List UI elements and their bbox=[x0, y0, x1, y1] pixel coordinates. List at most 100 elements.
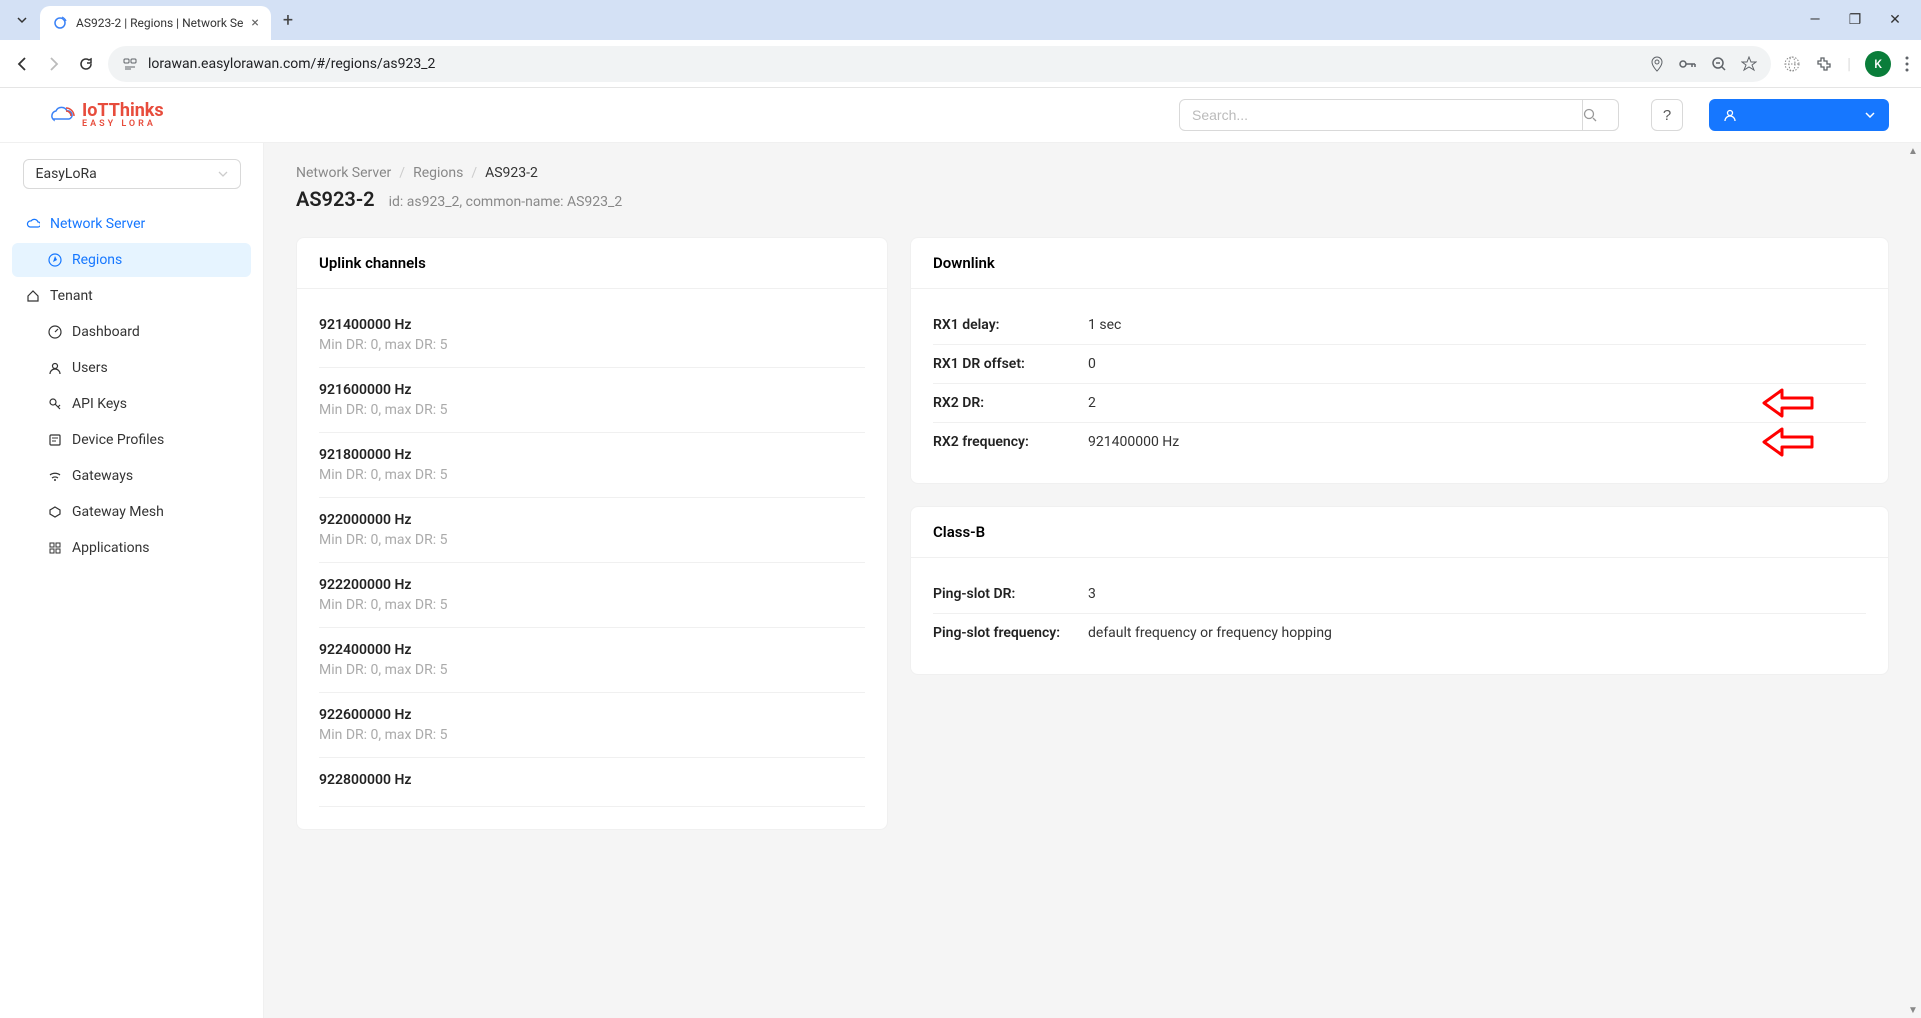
tab-favicon-icon bbox=[52, 15, 68, 31]
page-subtitle: id: as923_2, common-name: AS923_2 bbox=[389, 194, 623, 210]
breadcrumb-item[interactable]: Network Server bbox=[296, 165, 391, 181]
row-key: Ping-slot DR: bbox=[933, 586, 1088, 602]
menu-kebab-icon[interactable] bbox=[1905, 56, 1909, 72]
channel-frequency: 921800000 Hz bbox=[319, 447, 865, 463]
help-button[interactable]: ? bbox=[1651, 99, 1683, 131]
downlink-rows: RX1 delay:1 secRX1 DR offset:0RX2 DR:2RX… bbox=[911, 289, 1888, 483]
uplink-channels-list: 921400000 HzMin DR: 0, max DR: 592160000… bbox=[297, 289, 887, 829]
location-icon[interactable] bbox=[1649, 56, 1665, 72]
sidebar-item-label: Device Profiles bbox=[72, 432, 164, 448]
page-header: AS923-2 id: as923_2, common-name: AS923_… bbox=[296, 187, 1889, 211]
browser-navigation-bar: lorawan.easylorawan.com/#/regions/as923_… bbox=[0, 40, 1921, 88]
sidebar-item-label: Dashboard bbox=[72, 324, 140, 340]
apps-icon bbox=[48, 541, 62, 555]
downlink-card: Downlink RX1 delay:1 secRX1 DR offset:0R… bbox=[910, 237, 1889, 484]
classb-rows: Ping-slot DR:3Ping-slot frequency:defaul… bbox=[911, 558, 1888, 674]
downlink-row: RX2 DR:2 bbox=[933, 384, 1866, 423]
tab-dropdown-button[interactable] bbox=[8, 6, 36, 34]
sidebar-item-label: Regions bbox=[72, 252, 122, 268]
content-scrollbar[interactable]: ▲ ▼ bbox=[1905, 143, 1921, 1018]
new-tab-button[interactable]: + bbox=[283, 10, 293, 31]
bookmark-star-icon[interactable] bbox=[1741, 56, 1757, 72]
sidebar-item-label: Tenant bbox=[50, 288, 93, 304]
window-close-button[interactable]: ✕ bbox=[1885, 12, 1905, 28]
sidebar-item-tenant[interactable]: Tenant bbox=[12, 279, 251, 313]
chevron-down-icon bbox=[16, 14, 28, 26]
card-title: Downlink bbox=[911, 238, 1888, 289]
sidebar-item-label: Users bbox=[72, 360, 108, 376]
chevron-down-icon bbox=[1865, 112, 1875, 118]
user-menu-button[interactable] bbox=[1709, 99, 1889, 131]
channel-frequency: 922800000 Hz bbox=[319, 772, 865, 788]
uplink-channels-card: Uplink channels 921400000 HzMin DR: 0, m… bbox=[296, 237, 888, 830]
uplink-channel-row: 921400000 HzMin DR: 0, max DR: 5 bbox=[319, 297, 865, 368]
uplink-channel-row: 922800000 Hz bbox=[319, 758, 865, 807]
row-value: 0 bbox=[1088, 356, 1096, 372]
sidebar-item-applications[interactable]: Applications bbox=[12, 531, 251, 565]
omnibox[interactable]: lorawan.easylorawan.com/#/regions/as923_… bbox=[108, 46, 1771, 82]
channel-frequency: 922400000 Hz bbox=[319, 642, 865, 658]
sidebar-item-device-profiles[interactable]: Device Profiles bbox=[12, 423, 251, 457]
classb-row: Ping-slot DR:3 bbox=[933, 566, 1866, 614]
profile-avatar[interactable]: K bbox=[1865, 51, 1891, 77]
classb-card: Class-B Ping-slot DR:3Ping-slot frequenc… bbox=[910, 506, 1889, 675]
sidebar-network-server[interactable]: Network Server bbox=[12, 207, 251, 241]
logo-text: IoTThinks EASY LORA bbox=[82, 102, 164, 129]
row-value: 3 bbox=[1088, 586, 1096, 602]
cards-row: Uplink channels 921400000 HzMin DR: 0, m… bbox=[296, 237, 1889, 830]
globe-icon[interactable] bbox=[1783, 55, 1801, 73]
sidebar-item-label: API Keys bbox=[72, 396, 127, 412]
channel-datarate: Min DR: 0, max DR: 5 bbox=[319, 597, 865, 613]
wifi-icon bbox=[48, 469, 62, 483]
app-logo[interactable]: IoTThinks EASY LORA bbox=[48, 102, 164, 129]
back-button[interactable] bbox=[12, 54, 32, 74]
search-input[interactable] bbox=[1179, 99, 1583, 131]
window-minimize-button[interactable]: — bbox=[1805, 12, 1825, 28]
row-value: 921400000 Hz bbox=[1088, 434, 1179, 450]
app-header: IoTThinks EASY LORA ? bbox=[0, 88, 1921, 143]
sidebar-item-regions[interactable]: Regions bbox=[12, 243, 251, 277]
sidebar-item-gateway-mesh[interactable]: Gateway Mesh bbox=[12, 495, 251, 529]
tab-strip: AS923-2 | Regions | Network Se × + bbox=[8, 0, 293, 40]
breadcrumb: Network Server / Regions / AS923-2 bbox=[296, 165, 1889, 181]
zoom-icon[interactable] bbox=[1711, 56, 1727, 72]
reload-button[interactable] bbox=[76, 54, 96, 74]
row-key: RX1 delay: bbox=[933, 317, 1088, 333]
channel-datarate: Min DR: 0, max DR: 5 bbox=[319, 402, 865, 418]
breadcrumb-separator: / bbox=[399, 165, 405, 181]
channel-datarate: Min DR: 0, max DR: 5 bbox=[319, 532, 865, 548]
app-body: EasyLoRa Network Server Regions Tenant Das… bbox=[0, 143, 1921, 1018]
window-maximize-button[interactable]: ❐ bbox=[1845, 12, 1865, 28]
breadcrumb-item[interactable]: Regions bbox=[413, 165, 463, 181]
uplink-channel-row: 922000000 Hz Min DR: 0, max DR: 5 bbox=[319, 498, 865, 563]
password-key-icon[interactable] bbox=[1679, 58, 1697, 70]
active-tab[interactable]: AS923-2 | Regions | Network Se × bbox=[40, 6, 271, 40]
channel-datarate: Min DR: 0, max DR: 5 bbox=[319, 727, 865, 743]
sidebar-item-label: Applications bbox=[72, 540, 150, 556]
uplink-channel-row: 922600000 HzMin DR: 0, max DR: 5 bbox=[319, 693, 865, 758]
search-wrapper bbox=[1179, 99, 1619, 131]
sidebar-item-api-keys[interactable]: API Keys bbox=[12, 387, 251, 421]
cloud-icon bbox=[26, 217, 40, 231]
forward-button[interactable] bbox=[44, 54, 64, 74]
scrollbar-up-icon[interactable]: ▲ bbox=[1905, 143, 1921, 159]
row-value: 1 sec bbox=[1088, 317, 1121, 333]
profile-icon bbox=[48, 433, 62, 447]
tab-close-button[interactable]: × bbox=[251, 15, 258, 31]
row-key: RX2 DR: bbox=[933, 395, 1088, 411]
scrollbar-down-icon[interactable]: ▼ bbox=[1905, 1002, 1921, 1018]
search-button[interactable] bbox=[1583, 99, 1619, 131]
sidebar: EasyLoRa Network Server Regions Tenant Das… bbox=[0, 143, 264, 1018]
window-controls: — ❐ ✕ bbox=[1805, 12, 1913, 28]
sidebar-item-dashboard[interactable]: Dashboard bbox=[12, 315, 251, 349]
sidebar-item-gateways[interactable]: Gateways bbox=[12, 459, 251, 493]
sidebar-item-users[interactable]: Users bbox=[12, 351, 251, 385]
channel-frequency: 922000000 Hz bbox=[319, 512, 865, 528]
channel-datarate: Min DR: 0, max DR: 5 bbox=[319, 467, 865, 483]
uplink-channel-row: 921800000 Hz Min DR: 0, max DR: 5 bbox=[319, 433, 865, 498]
breadcrumb-current: AS923-2 bbox=[485, 165, 538, 181]
tenant-selector[interactable]: EasyLoRa bbox=[23, 159, 241, 189]
home-icon bbox=[26, 289, 40, 303]
user-icon bbox=[48, 361, 62, 375]
extensions-icon[interactable] bbox=[1815, 55, 1833, 73]
